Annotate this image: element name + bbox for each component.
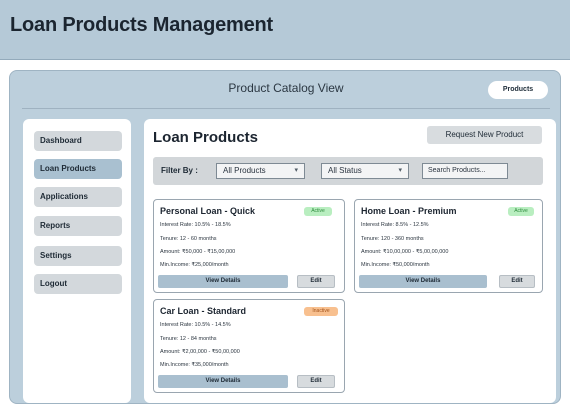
loan-tenure: Tenure: 12 - 60 months xyxy=(160,236,217,242)
view-details-button[interactable]: View Details xyxy=(158,275,288,288)
loan-card-home: Home Loan - Premium Active Interest Rate… xyxy=(354,199,543,293)
loan-card-title: Home Loan - Premium xyxy=(361,206,457,216)
loan-interest: Interest Rate: 8.5% - 12.5% xyxy=(361,222,429,228)
loan-card-title: Car Loan - Standard xyxy=(160,306,247,316)
product-type-select[interactable]: All Products ▾ xyxy=(216,163,305,179)
sidebar-item-reports[interactable]: Reports xyxy=(34,216,122,236)
loan-interest: Interest Rate: 10.5% - 14.5% xyxy=(160,322,231,328)
page-title: Loan Products xyxy=(153,129,259,146)
status-select-value: All Status xyxy=(328,166,362,175)
sidebar-item-settings[interactable]: Settings xyxy=(34,246,122,266)
loan-min-income: Min.Income: ₹25,000/month xyxy=(160,262,229,268)
filter-bar: Filter By : All Products ▾ All Status ▾ … xyxy=(153,157,543,185)
edit-button[interactable]: Edit xyxy=(499,275,535,288)
status-badge: Inactive xyxy=(304,307,338,316)
status-select[interactable]: All Status ▾ xyxy=(321,163,409,179)
edit-button[interactable]: Edit xyxy=(297,275,335,288)
sidebar-item-dashboard[interactable]: Dashboard xyxy=(34,131,122,151)
loan-interest: Interest Rate: 10.5% - 18.5% xyxy=(160,222,231,228)
status-badge: Active xyxy=(304,207,332,216)
loan-card-personal: Personal Loan - Quick Active Interest Ra… xyxy=(153,199,345,293)
chevron-down-icon: ▾ xyxy=(398,167,402,174)
main-content: Loan Products Request New Product Filter… xyxy=(144,119,556,403)
app-title: Loan Products Management xyxy=(10,14,274,36)
status-badge: Active xyxy=(508,207,534,216)
app-header: Loan Products Management xyxy=(0,0,570,60)
loan-min-income: Min.Income: ₹50,000/month xyxy=(361,262,430,268)
loan-amount: Amount: ₹2,00,000 - ₹50,00,000 xyxy=(160,349,240,355)
sidebar-item-loan-products[interactable]: Loan Products xyxy=(34,159,122,179)
loan-amount: Amount: ₹10,00,000 - ₹5,00,00,000 xyxy=(361,249,449,255)
view-details-button[interactable]: View Details xyxy=(158,375,288,388)
loan-card-title: Personal Loan - Quick xyxy=(160,206,256,216)
loan-tenure: Tenure: 12 - 84 months xyxy=(160,336,217,342)
request-new-product-button[interactable]: Request New Product xyxy=(427,126,542,144)
view-details-button[interactable]: View Details xyxy=(359,275,487,288)
loan-tenure: Tenure: 120 - 360 months xyxy=(361,236,424,242)
divider xyxy=(22,108,550,109)
search-input[interactable]: Search Products... xyxy=(422,163,508,179)
sidebar-item-applications[interactable]: Applications xyxy=(34,187,122,207)
filter-label: Filter By : xyxy=(161,166,198,175)
sidebar: Dashboard Loan Products Applications Rep… xyxy=(23,119,131,403)
product-type-select-value: All Products xyxy=(223,166,266,175)
edit-button[interactable]: Edit xyxy=(297,375,335,388)
view-title: Product Catalog View xyxy=(228,81,344,95)
loan-card-car: Car Loan - Standard Inactive Interest Ra… xyxy=(153,299,345,393)
sidebar-item-logout[interactable]: Logout xyxy=(34,274,122,294)
loan-amount: Amount: ₹50,000 - ₹15,00,000 xyxy=(160,249,236,255)
products-pill-button[interactable]: Products xyxy=(488,81,548,99)
loan-min-income: Min.Income: ₹35,000/month xyxy=(160,362,229,368)
catalog-panel: Product Catalog View Products Dashboard … xyxy=(9,70,561,404)
chevron-down-icon: ▾ xyxy=(294,167,298,174)
